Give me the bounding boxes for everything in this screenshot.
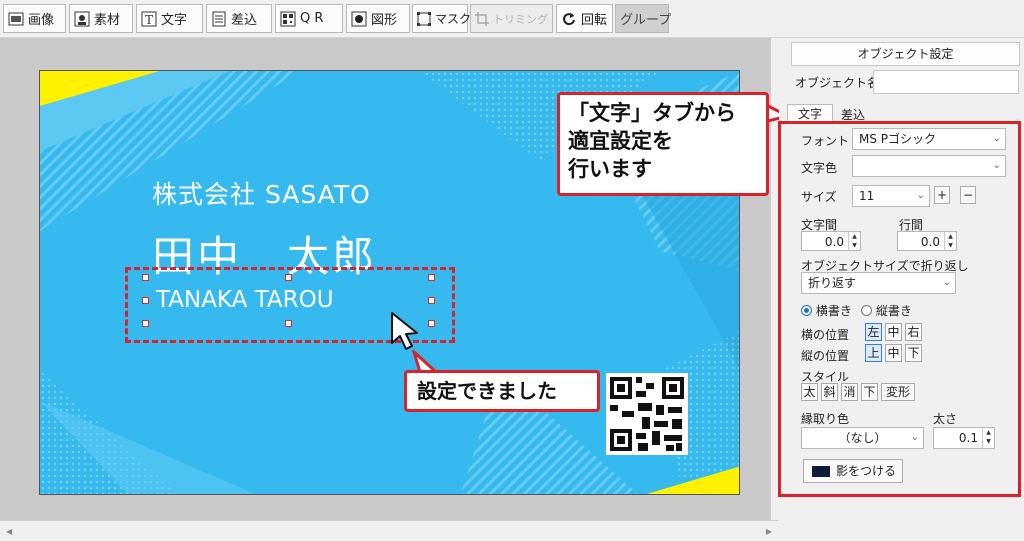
group-label: グループ bbox=[620, 13, 672, 28]
crop-icon bbox=[475, 11, 489, 27]
done-callout: 設定できました bbox=[404, 370, 600, 412]
mask-icon bbox=[417, 11, 431, 27]
resize-handle[interactable] bbox=[285, 320, 292, 327]
material-icon bbox=[74, 11, 90, 27]
shape-button[interactable]: 図形 bbox=[346, 4, 410, 33]
object-name-label: オブジェクト名 bbox=[795, 76, 880, 90]
material-label: 素材 bbox=[94, 13, 121, 28]
shape-label: 図形 bbox=[371, 13, 398, 28]
image-label: 画像 bbox=[28, 13, 55, 28]
done-callout-text: 設定できました bbox=[417, 379, 557, 403]
resize-handle[interactable] bbox=[142, 274, 149, 281]
image-icon bbox=[8, 11, 24, 27]
resize-handle[interactable] bbox=[428, 320, 435, 327]
tab-hint-line: 適宜設定を bbox=[568, 129, 673, 153]
crop-label: トリミング bbox=[493, 12, 548, 26]
panel-title: オブジェクト設定 bbox=[791, 42, 1020, 66]
toolbar: 画像 素材 T 文字 差込 Q R 図形 マスク トリミング 回転 グループ bbox=[0, 0, 1024, 38]
horizontal-scrollbar[interactable]: ◀ ▶ bbox=[0, 520, 778, 541]
text-label: 文字 bbox=[161, 13, 188, 28]
resize-handle[interactable] bbox=[285, 274, 292, 281]
mask-button[interactable]: マスク bbox=[412, 4, 472, 33]
rotate-button[interactable]: 回転 bbox=[556, 4, 613, 33]
object-name-input[interactable] bbox=[873, 70, 1019, 94]
qr-label: Q R bbox=[300, 11, 324, 26]
resize-handle[interactable] bbox=[142, 320, 149, 327]
tab-hint-line: 「文字」タブから bbox=[568, 101, 736, 125]
insert-button[interactable]: 差込 bbox=[206, 4, 272, 33]
resize-handle[interactable] bbox=[428, 297, 435, 304]
text-button[interactable]: T 文字 bbox=[136, 4, 203, 33]
highlight-frame bbox=[778, 121, 1021, 497]
rotate-label: 回転 bbox=[581, 13, 608, 28]
shape-icon bbox=[351, 11, 367, 27]
group-button[interactable]: グループ bbox=[615, 4, 672, 33]
resize-handle[interactable] bbox=[142, 297, 149, 304]
qr-code bbox=[606, 373, 688, 455]
scroll-left-icon[interactable]: ◀ bbox=[6, 527, 12, 536]
material-button[interactable]: 素材 bbox=[69, 4, 133, 33]
mouse-pointer-icon bbox=[391, 312, 418, 350]
rotate-icon bbox=[561, 11, 577, 27]
company-name-text[interactable]: 株式会社 SASATO bbox=[152, 175, 371, 211]
crop-button[interactable]: トリミング bbox=[470, 4, 553, 33]
mask-label: マスク bbox=[435, 12, 472, 26]
text-icon: T bbox=[141, 11, 157, 27]
tab-hint-callout: 「文字」タブから 適宜設定を 行います bbox=[557, 92, 769, 196]
insert-icon bbox=[211, 11, 227, 27]
resize-handle[interactable] bbox=[428, 274, 435, 281]
insert-label: 差込 bbox=[231, 13, 258, 28]
tab-hint-line: 行います bbox=[568, 157, 652, 181]
svg-text:T: T bbox=[145, 13, 153, 27]
scroll-right-icon[interactable]: ▶ bbox=[766, 527, 772, 536]
qr-button[interactable]: Q R bbox=[275, 4, 343, 33]
image-button[interactable]: 画像 bbox=[3, 4, 66, 33]
qr-icon bbox=[280, 11, 296, 27]
